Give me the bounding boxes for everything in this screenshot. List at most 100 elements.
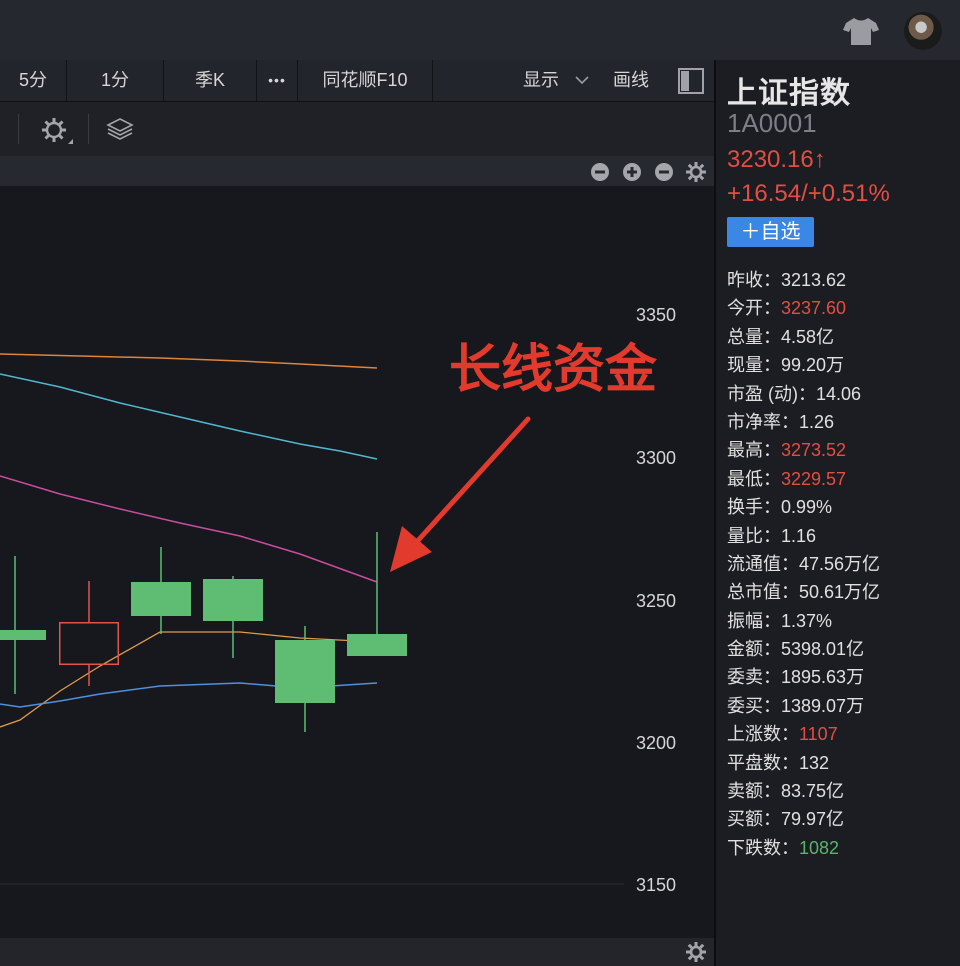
- stat-value: 0.99%: [781, 497, 833, 518]
- layers-icon[interactable]: [106, 116, 134, 144]
- period-5min-tab[interactable]: 5分: [0, 60, 66, 101]
- period-quarter-tab[interactable]: 季K: [164, 60, 256, 101]
- shirt-icon[interactable]: [842, 16, 880, 46]
- display-label: 显示: [523, 70, 559, 90]
- chevron-down-icon[interactable]: [574, 75, 590, 85]
- stat-value: 132: [799, 752, 830, 773]
- candle-4[interactable]: [203, 576, 263, 658]
- stat-label: 上涨数：: [727, 724, 799, 745]
- stat-row: 现量：99.20万: [727, 351, 880, 379]
- stat-label: 买额：: [727, 809, 781, 830]
- current-price: 3230.16↑: [727, 146, 826, 173]
- top-bar: [0, 0, 960, 60]
- more-button[interactable]: •••: [257, 60, 297, 101]
- stat-label: 最低：: [727, 468, 781, 489]
- stat-value: 83.75亿: [781, 781, 845, 802]
- stat-label: 今开：: [727, 298, 781, 319]
- stat-label: 委卖：: [727, 667, 781, 688]
- chart-tools-bar: [0, 102, 714, 156]
- stat-value: 3237.60: [781, 298, 847, 319]
- ma-line-cyan: [0, 373, 378, 460]
- stat-label: 市净率：: [727, 411, 799, 432]
- candle-1[interactable]: [0, 556, 46, 694]
- y-tick-3200: 3200: [636, 733, 676, 753]
- minus-circle-icon[interactable]: [654, 162, 674, 182]
- stat-row: 量比：1.16: [727, 522, 880, 550]
- stat-value: 3273.52: [781, 440, 847, 461]
- stat-label: 卖额：: [727, 781, 781, 802]
- annotation-arrow: [390, 416, 531, 572]
- candle-2[interactable]: [59, 581, 119, 686]
- stat-value: 1.37%: [781, 610, 833, 631]
- stat-row: 换手：0.99%: [727, 493, 880, 521]
- stat-label: 现量：: [727, 355, 781, 376]
- stat-row: 昨收：3213.62: [727, 266, 880, 294]
- stat-row: 买额：79.97亿: [727, 805, 880, 833]
- stat-label: 平盘数：: [727, 752, 799, 773]
- stat-row: 委卖：1895.63万: [727, 663, 880, 691]
- layout-toggle-icon[interactable]: [677, 67, 705, 95]
- gear-icon[interactable]: [685, 161, 707, 183]
- stat-row: 委买：1389.07万: [727, 692, 880, 720]
- y-tick-3250: 3250: [636, 591, 676, 611]
- stat-row: 振幅：1.37%: [727, 607, 880, 635]
- stat-label: 量比：: [727, 525, 781, 546]
- y-tick-3300: 3300: [636, 448, 676, 468]
- stat-value: 4.58亿: [781, 326, 835, 347]
- f10-button[interactable]: 同花顺F10: [298, 60, 432, 101]
- stat-value: 5398.01亿: [781, 639, 865, 660]
- stat-label: 市盈 (动)：: [727, 383, 816, 404]
- stat-row: 流通值：47.56万亿: [727, 550, 880, 578]
- stat-row: 总市值：50.61万亿: [727, 578, 880, 606]
- candle-5[interactable]: [275, 626, 335, 732]
- stat-value: 99.20万: [781, 355, 845, 376]
- ma-line-long-orange: [0, 353, 378, 369]
- stat-row: 今开：3237.60: [727, 294, 880, 322]
- stat-row: 金额：5398.01亿: [727, 635, 880, 663]
- stat-label: 委买：: [727, 695, 781, 716]
- stat-label: 下跌数：: [727, 837, 799, 858]
- stock-code: 1A0001: [727, 108, 817, 138]
- stat-label: 总量：: [727, 326, 781, 347]
- plus-circle-icon[interactable]: [622, 162, 642, 182]
- minus-circle-icon[interactable]: [590, 162, 610, 182]
- stat-row: 平盘数：132: [727, 749, 880, 777]
- gear-icon[interactable]: [40, 116, 74, 146]
- stat-value: 1.26: [799, 411, 835, 432]
- period-1min-tab[interactable]: 1分: [67, 60, 163, 101]
- stat-value: 47.56万亿: [799, 553, 881, 574]
- chart-panel-header: [0, 156, 714, 186]
- price-change: +16.54/+0.51%: [727, 180, 890, 207]
- stat-label: 最高：: [727, 440, 781, 461]
- divider: [18, 114, 19, 144]
- annotation-label: 长线资金: [449, 340, 658, 400]
- stat-label: 流通值：: [727, 553, 799, 574]
- display-menu[interactable]: 显示: [508, 60, 574, 101]
- stat-label: 昨收：: [727, 270, 781, 290]
- stat-row: 最高：3273.52: [727, 436, 880, 464]
- stat-value: 1895.63万: [781, 667, 865, 688]
- add-to-watchlist-button[interactable]: ＋自选: [727, 217, 814, 247]
- stat-value: 3229.57: [781, 468, 847, 489]
- stat-value: 79.97亿: [781, 809, 845, 830]
- stat-value: 1389.07万: [781, 695, 865, 716]
- chart-footer-bar: [0, 938, 714, 966]
- stat-row: 上涨数：1107: [727, 720, 880, 748]
- quote-panel: 上证指数 1A0001 3230.16↑ +16.54/+0.51% ＋自选 昨…: [716, 60, 960, 966]
- kline-chart[interactable]: 长线资金 3350 3300 3250 3200 3150: [0, 186, 714, 938]
- stat-row: 最低：3229.57: [727, 465, 880, 493]
- stat-value: 1082: [799, 837, 840, 858]
- kline-chart-canvas: 长线资金 3350 3300 3250 3200 3150: [0, 305, 676, 895]
- divider: [88, 114, 89, 144]
- y-tick-3350: 3350: [636, 305, 676, 325]
- stat-value: 1107: [799, 724, 838, 745]
- stat-value: 14.06: [816, 383, 862, 404]
- draw-line-button[interactable]: 画线: [598, 60, 664, 101]
- stat-label: 换手：: [727, 497, 781, 518]
- candle-3[interactable]: [131, 547, 191, 634]
- avatar[interactable]: [904, 12, 942, 50]
- stat-value: 1.16: [781, 525, 817, 546]
- gear-icon[interactable]: [685, 941, 707, 963]
- divider: [432, 60, 433, 101]
- y-tick-3150: 3150: [636, 875, 676, 895]
